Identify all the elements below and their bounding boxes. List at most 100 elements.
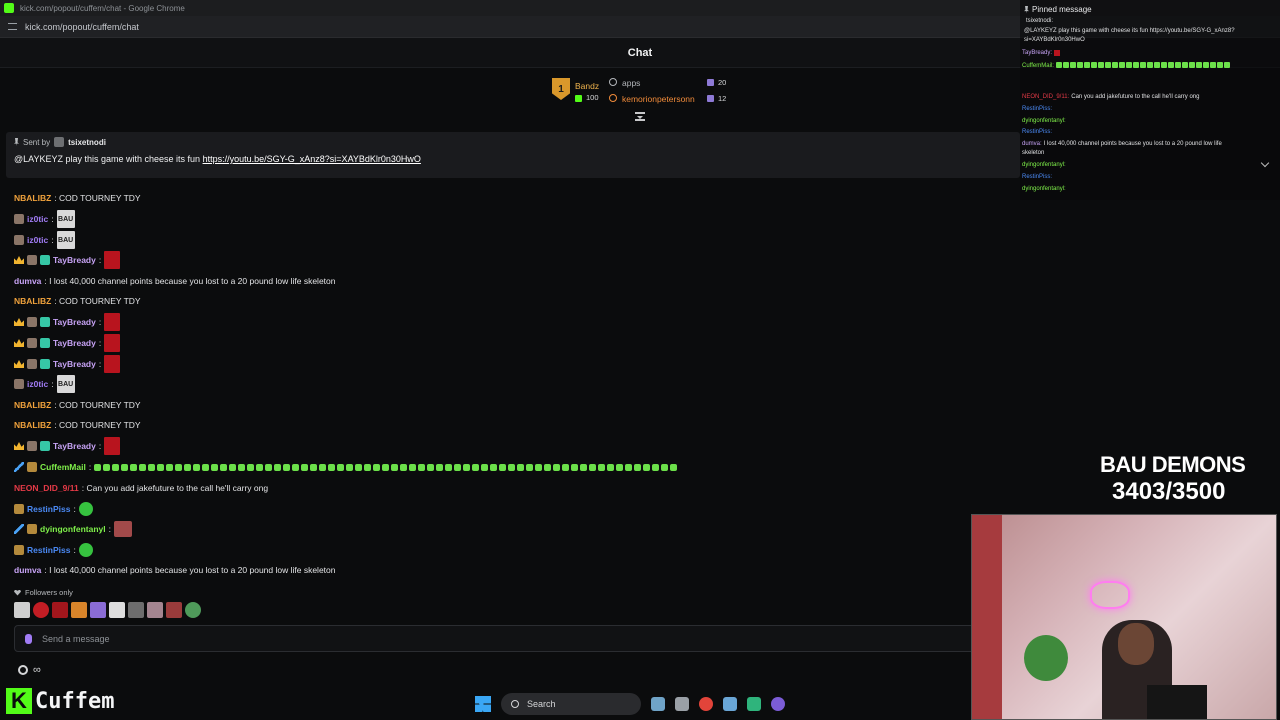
green-emote-icon (472, 463, 480, 471)
green-emote-icon (130, 463, 138, 471)
bau-text-emote-icon[interactable] (109, 602, 125, 618)
chat-username[interactable]: NBALIBZ (14, 193, 51, 203)
subscriber-badge-icon (14, 545, 24, 555)
chat-text: : I lost 40,000 channel points because y… (44, 276, 336, 286)
green-emote-icon (598, 463, 606, 471)
collapse-leaderboard-icon[interactable] (635, 112, 645, 121)
chat-username[interactable]: NEON_DID_9/11 (14, 483, 79, 493)
chat-username[interactable]: TayBready (53, 255, 96, 265)
chat-username[interactable]: NBALIBZ (14, 400, 51, 410)
chat-text: : COD TOURNEY TDY (54, 296, 141, 306)
chrome-icon[interactable] (699, 697, 713, 711)
chat-username[interactable]: dumva (14, 565, 41, 575)
dark-red-emote-icon[interactable] (166, 602, 182, 618)
green-emote-icon (580, 463, 588, 471)
green-emote-icon (103, 463, 111, 471)
settings-icon[interactable] (18, 665, 28, 675)
overlay-pinned-line: si=XAYBdKlr0n30HwO (1024, 37, 1085, 43)
chat-message: TayBready : (14, 251, 121, 269)
bau-emote-icon: BAU (56, 231, 75, 249)
pinned-sender-name[interactable]: tsixetnodi (68, 138, 106, 147)
file-explorer-icon[interactable] (675, 697, 689, 711)
gift-badge-icon (40, 338, 50, 348)
chat-message: TayBready : (14, 355, 121, 373)
widgets-icon[interactable] (651, 697, 665, 711)
green-emote-icon (382, 463, 390, 471)
overlay-line: dyingonfentanyl: (1022, 118, 1066, 124)
green-emote-icon (463, 463, 471, 471)
chat-username[interactable]: dumva (14, 276, 41, 286)
chat-username[interactable]: TayBready (53, 338, 96, 348)
overlay-line: dumva: I lost 40,000 channel points becau… (1022, 141, 1222, 147)
chat-text: : (73, 545, 76, 555)
purple-emote-icon[interactable] (90, 602, 106, 618)
emote-quick-bar[interactable] (14, 602, 201, 618)
user-badge-icon (14, 214, 24, 224)
chat-username[interactable]: CuffemMail (40, 462, 86, 472)
green-emote-icon (643, 463, 651, 471)
heart-icon (14, 589, 21, 596)
infinity-icon[interactable]: ∞ (33, 664, 41, 676)
red-emote-icon (104, 334, 121, 352)
chat-message: NBALIBZ : COD TOURNEY TDY (14, 400, 141, 410)
crown-badge-icon (14, 442, 24, 450)
chat-text: : (88, 462, 92, 472)
emote-spam-row (94, 463, 678, 471)
kick-logo-icon: K (6, 688, 32, 714)
chat-username[interactable]: iz0tic (27, 214, 48, 224)
chat-message: RestinPiss : (14, 502, 93, 516)
site-settings-icon[interactable] (8, 23, 17, 30)
chat-text: : Can you add jakefuture to the call he'… (81, 483, 269, 493)
red-emote-icon (104, 313, 121, 331)
send-message-input[interactable] (42, 633, 942, 644)
chat-username[interactable]: RestinPiss (27, 545, 70, 555)
chat-message: dyingonfentanyl : (14, 521, 133, 537)
chat-username[interactable]: NBALIBZ (14, 420, 51, 430)
green-emote-icon (202, 463, 210, 471)
green-emote-icon (1076, 62, 1083, 68)
chat-message-list[interactable]: NBALIBZ : COD TOURNEY TDY iz0tic : BAU i… (0, 178, 1020, 588)
gift-badge-icon (40, 359, 50, 369)
green-emote-icon (625, 463, 633, 471)
chat-username[interactable]: dyingonfentanyl (40, 524, 106, 534)
green-face-emote-icon[interactable] (185, 602, 201, 618)
chat-title: Chat (627, 46, 653, 59)
pinned-message-body: @LAYKEYZ play this game with cheese its … (14, 154, 203, 164)
red-circle-emote-icon[interactable] (33, 602, 49, 618)
green-emote-icon (544, 463, 552, 471)
chat-username[interactable]: TayBready (53, 359, 96, 369)
chat-username[interactable]: RestinPiss (27, 504, 70, 514)
streamer-shirt (1147, 685, 1207, 719)
pinned-message-link[interactable]: https://youtu.be/SGY-G_xAnz8?si=XAYBdKlr… (203, 154, 421, 164)
chat-username[interactable]: iz0tic (27, 379, 48, 389)
pinned-message-text: @LAYKEYZ play this game with cheese its … (14, 154, 421, 164)
green-emote-icon (283, 463, 291, 471)
chat-username[interactable]: TayBready (53, 441, 96, 451)
windows-start-icon[interactable] (475, 696, 491, 712)
user-badge-icon (27, 359, 37, 369)
green-emote-icon (526, 463, 534, 471)
pinned-message[interactable]: Sent by tsixetnodi @LAYKEYZ play this ga… (6, 132, 1020, 178)
user-badge-icon (27, 255, 37, 265)
xbox-app-icon[interactable] (747, 697, 761, 711)
taskbar-search[interactable]: Search (501, 693, 641, 715)
green-emote-icon (454, 463, 462, 471)
gray-emote-icon[interactable] (128, 602, 144, 618)
steam-icon[interactable] (723, 697, 737, 711)
emote-picker-icon[interactable] (25, 633, 32, 644)
discord-icon[interactable] (771, 697, 785, 711)
webcam-door (972, 515, 1002, 719)
leader-count-2: 20 (718, 78, 727, 87)
chat-username[interactable]: TayBready (53, 317, 96, 327)
pink-emote-icon[interactable] (147, 602, 163, 618)
chat-message: dumva : I lost 40,000 channel points bec… (14, 276, 336, 286)
pinned-sender-row: Sent by tsixetnodi (14, 137, 106, 147)
url-text[interactable]: kick.com/popout/cuffem/chat (25, 22, 139, 32)
message-composer[interactable] (14, 625, 1014, 652)
orange-emote-icon[interactable] (71, 602, 87, 618)
bau-emote-icon[interactable] (14, 602, 30, 618)
red-emote-icon[interactable] (52, 602, 68, 618)
green-emote-icon (229, 463, 237, 471)
chat-username[interactable]: iz0tic (27, 235, 48, 245)
chat-username[interactable]: NBALIBZ (14, 296, 51, 306)
